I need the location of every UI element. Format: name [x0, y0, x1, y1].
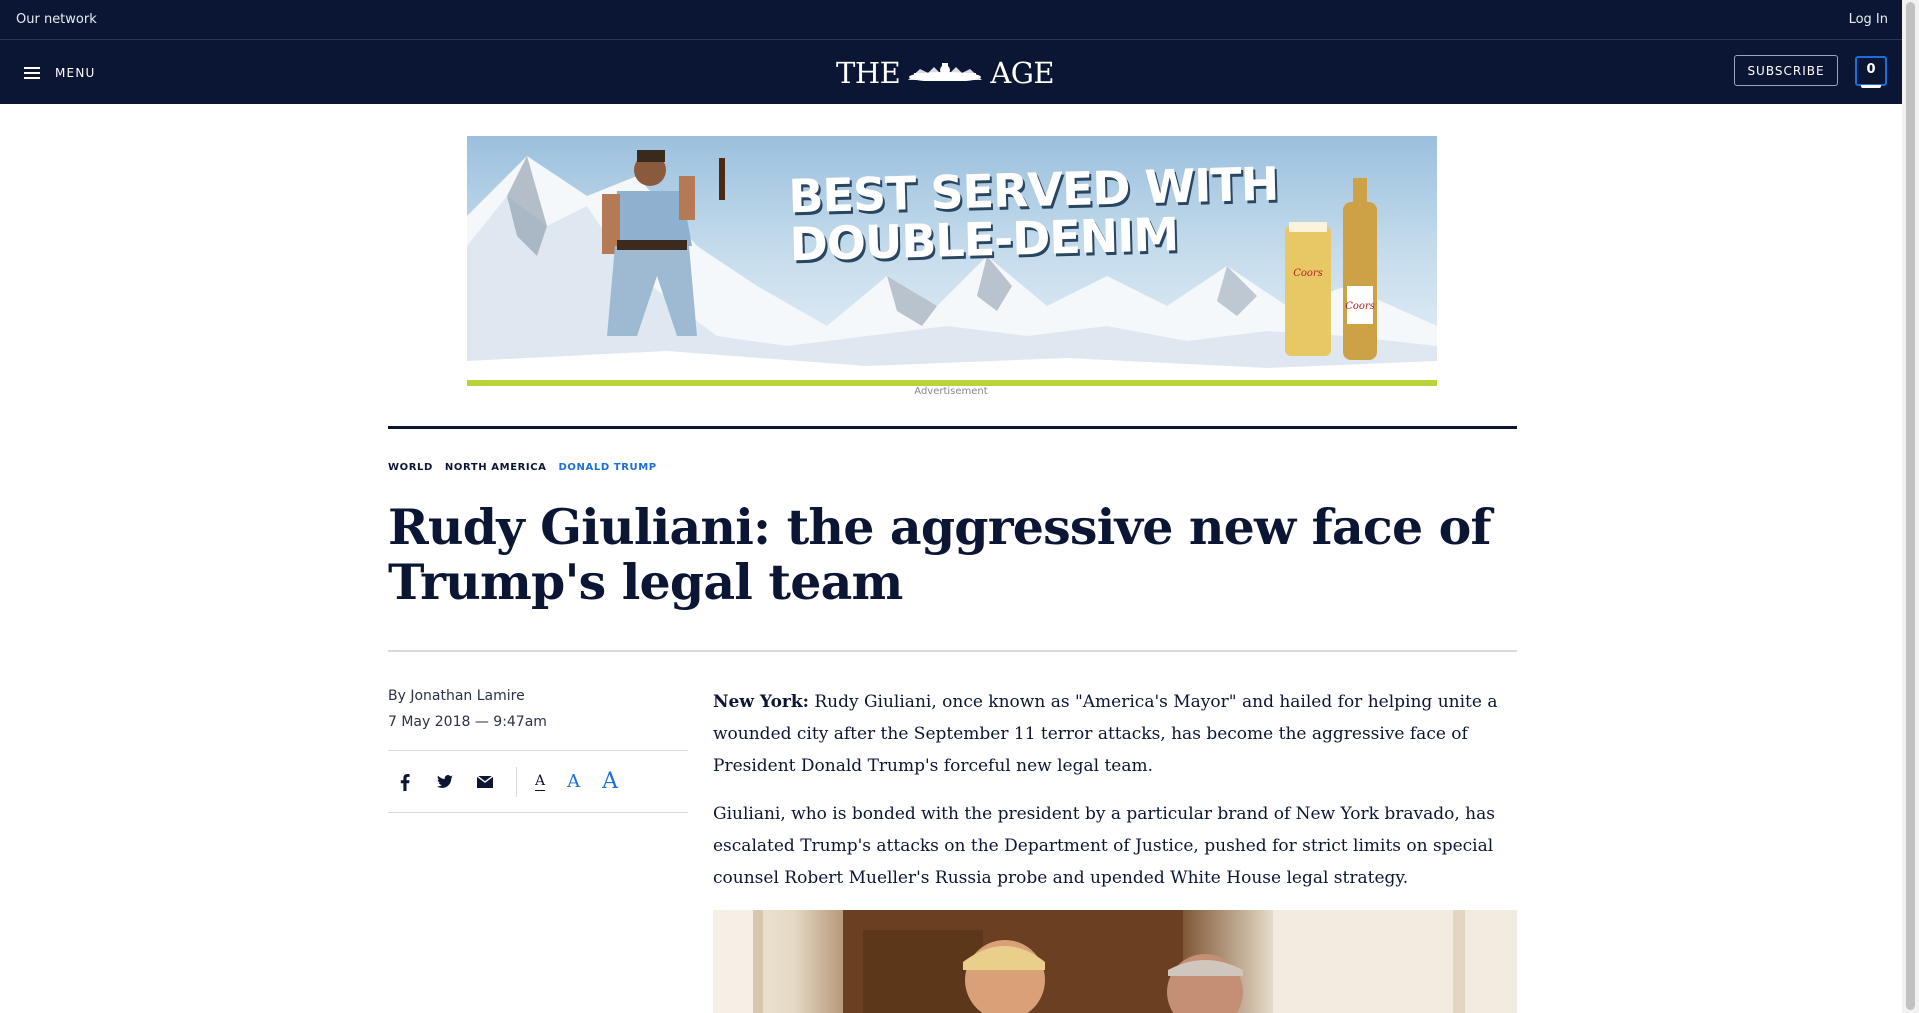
- twitter-icon[interactable]: [434, 771, 456, 793]
- share-toolbar: A A A: [388, 766, 688, 798]
- advertisement-banner[interactable]: Coors Coors BEST SERVED WITH DOUBLE-DENI…: [467, 136, 1437, 386]
- logo-word-age: AGE: [990, 56, 1055, 90]
- facebook-icon[interactable]: [394, 771, 416, 793]
- article-body: New York: Rudy Giuliani, once known as "…: [713, 686, 1519, 910]
- photo-image: [713, 910, 1517, 1013]
- article-paragraph: Giuliani, who is bonded with the preside…: [713, 798, 1519, 894]
- breadcrumb-donald-trump[interactable]: DONALD TRUMP: [559, 462, 657, 473]
- breadcrumb-north-america[interactable]: NORTH AMERICA: [445, 462, 547, 473]
- publish-date: 7 May 2018 — 9:47am: [388, 714, 547, 730]
- email-icon[interactable]: [474, 771, 496, 793]
- menu-button[interactable]: MENU: [24, 62, 96, 84]
- byline-prefix: By: [388, 688, 406, 704]
- share-divider-bottom: [388, 812, 688, 813]
- font-size-large-button[interactable]: A: [602, 771, 618, 793]
- logo-word-the: THE: [836, 56, 901, 90]
- article-top-rule: [388, 426, 1517, 429]
- font-size-medium-button[interactable]: A: [567, 773, 580, 791]
- share-separator: [516, 767, 517, 797]
- svg-text:Coors: Coors: [1345, 301, 1375, 312]
- paragraph-text: Giuliani, who is bonded with the preside…: [713, 804, 1495, 888]
- font-size-small-button[interactable]: A: [535, 774, 546, 791]
- paragraph-text: Rudy Giuliani, once known as "America's …: [713, 692, 1498, 776]
- share-divider-top: [388, 750, 688, 751]
- login-link[interactable]: Log In: [1849, 12, 1888, 27]
- menu-label: MENU: [55, 66, 96, 80]
- crest-icon: [908, 63, 983, 83]
- subscribe-button[interactable]: SUBSCRIBE: [1734, 55, 1838, 86]
- hamburger-icon: [24, 66, 40, 80]
- scrollbar-thumb[interactable]: [1906, 2, 1915, 1010]
- network-bar: Our network Log In: [0, 0, 1902, 40]
- scrollbar[interactable]: [1902, 0, 1919, 1013]
- ad-caption: Advertisement: [914, 386, 988, 397]
- saved-articles-badge[interactable]: 0: [1855, 56, 1887, 88]
- svg-text:Coors: Coors: [1293, 268, 1323, 279]
- article-headline: Rudy Giuliani: the aggressive new face o…: [388, 498, 1492, 611]
- breadcrumb: WORLD NORTH AMERICA DONALD TRUMP: [388, 462, 657, 473]
- article-paragraph: New York: Rudy Giuliani, once known as "…: [713, 686, 1519, 782]
- the-age-logo[interactable]: THE AGE: [836, 54, 1055, 92]
- author-link[interactable]: Jonathan Lamire: [410, 688, 524, 704]
- breadcrumb-world[interactable]: WORLD: [388, 462, 433, 473]
- article-photo[interactable]: [713, 910, 1517, 1013]
- paragraph-dateline: New York:: [713, 692, 809, 712]
- ad-headline: BEST SERVED WITH DOUBLE-DENIM: [788, 157, 1280, 272]
- our-network-link[interactable]: Our network: [16, 12, 97, 27]
- byline: By Jonathan Lamire: [388, 688, 525, 704]
- headline-divider: [388, 650, 1517, 652]
- masthead: MENU THE AGE SUBSCRIBE 0: [0, 40, 1902, 104]
